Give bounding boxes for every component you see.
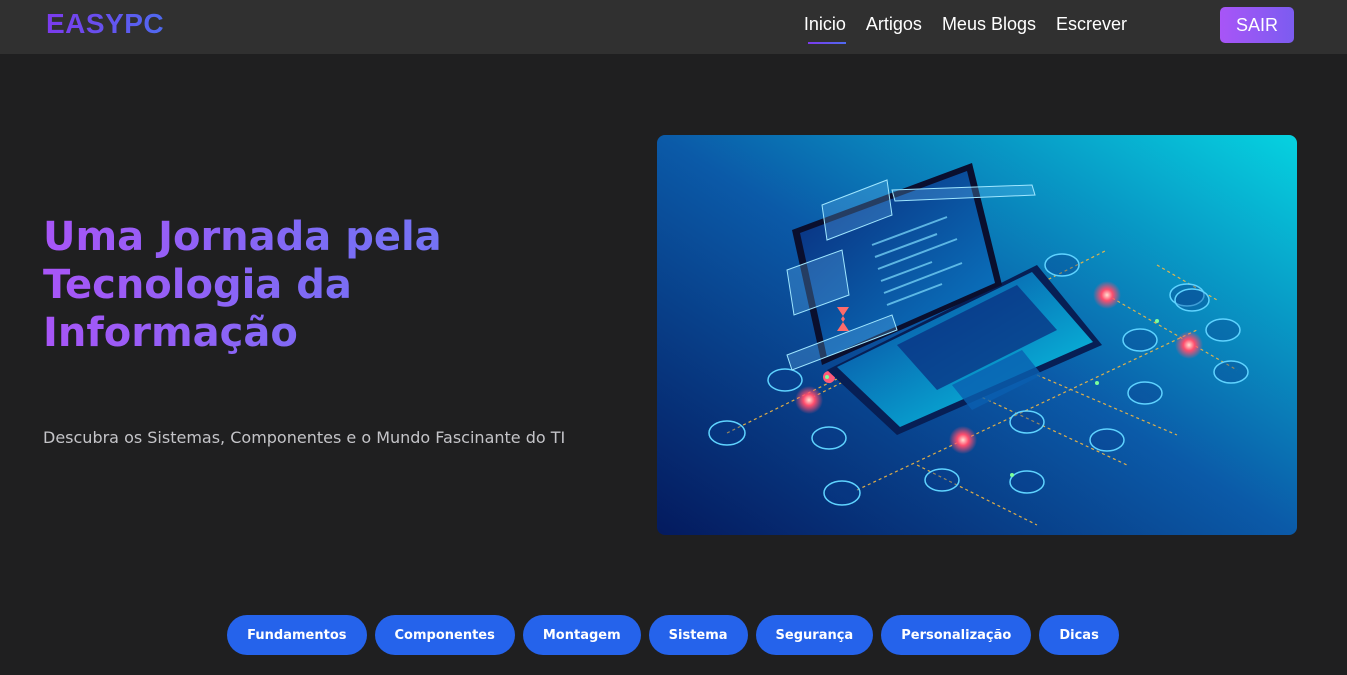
nav-link-inicio[interactable]: Inicio bbox=[804, 14, 846, 44]
nav-link-meus-blogs[interactable]: Meus Blogs bbox=[942, 14, 1036, 41]
nav-link-artigos[interactable]: Artigos bbox=[866, 14, 922, 41]
category-seguranca[interactable]: Segurança bbox=[755, 615, 874, 655]
nav-link-escrever[interactable]: Escrever bbox=[1056, 14, 1127, 41]
hero-illustration bbox=[657, 135, 1297, 535]
hero-title: Uma Jornada pela Tecnologia da Informaçã… bbox=[43, 213, 563, 357]
navbar: EASYPC Inicio Artigos Meus Blogs Escreve… bbox=[0, 0, 1347, 54]
category-montagem[interactable]: Montagem bbox=[522, 615, 641, 655]
category-fundamentos[interactable]: Fundamentos bbox=[227, 615, 367, 655]
category-dicas[interactable]: Dicas bbox=[1039, 615, 1119, 655]
laptop-network-illustration bbox=[657, 135, 1297, 535]
category-filter-bar: Fundamentos Componentes Montagem Sistema… bbox=[0, 615, 1347, 655]
hero-subtitle: Descubra os Sistemas, Componentes e o Mu… bbox=[43, 428, 566, 447]
category-componentes[interactable]: Componentes bbox=[374, 615, 515, 655]
nav-links: Inicio Artigos Meus Blogs Escrever bbox=[804, 14, 1127, 44]
site-logo[interactable]: EASYPC bbox=[46, 8, 164, 40]
category-personalizacao[interactable]: Personalização bbox=[881, 615, 1032, 655]
logout-button[interactable]: SAIR bbox=[1220, 7, 1294, 43]
category-sistema[interactable]: Sistema bbox=[648, 615, 748, 655]
